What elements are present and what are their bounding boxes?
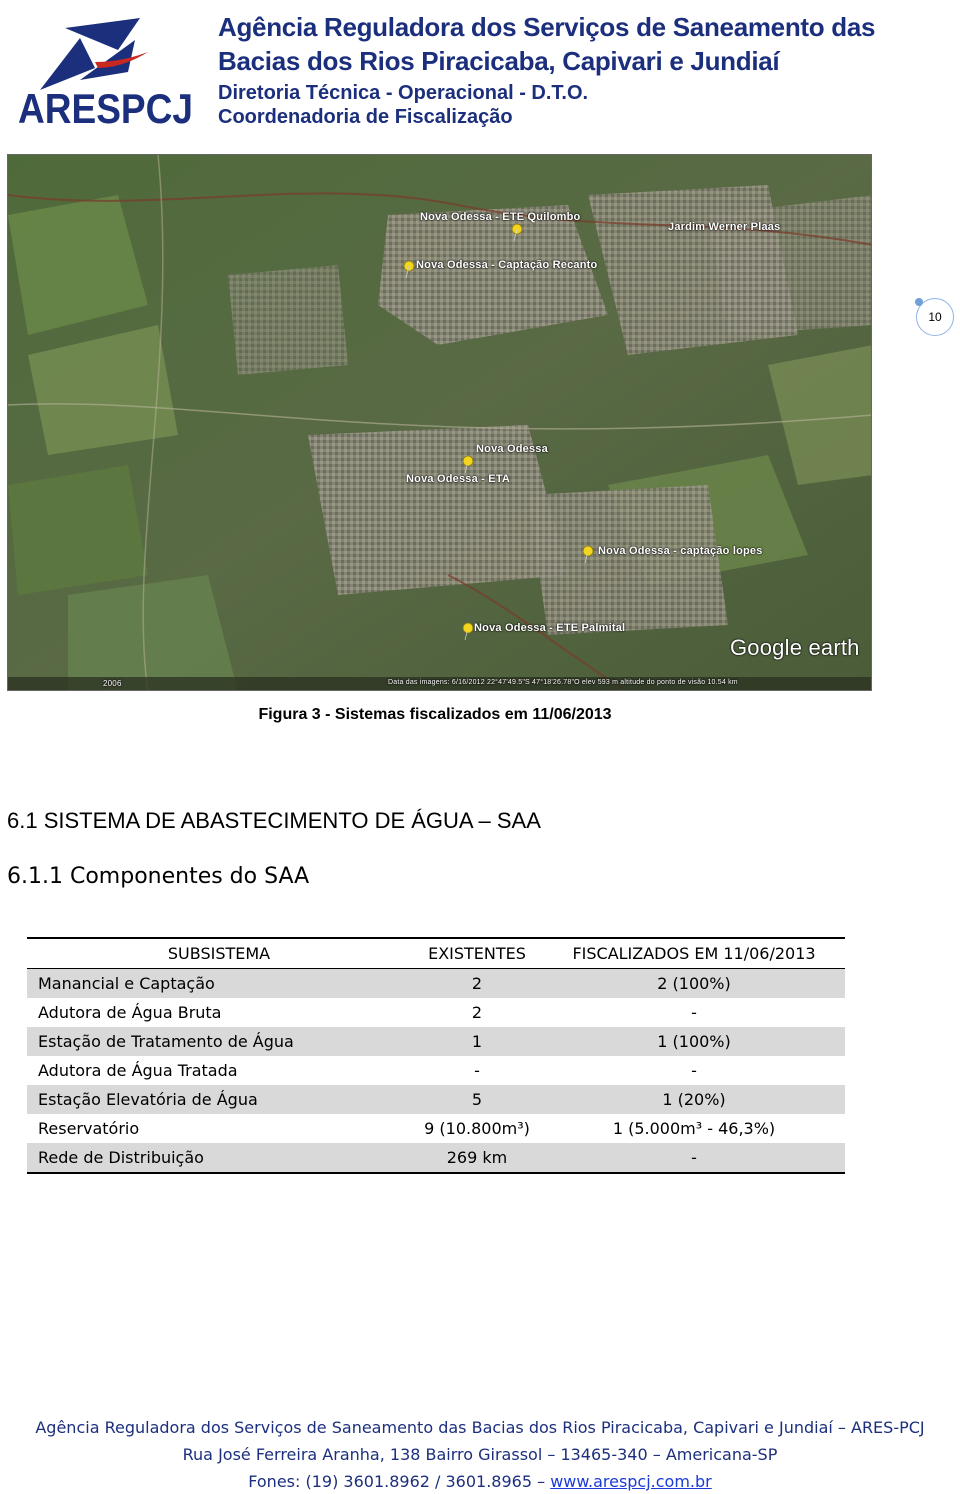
table-row: Adutora de Água Bruta 2 - bbox=[27, 998, 845, 1027]
cell-subsistema: Manancial e Captação bbox=[27, 968, 411, 998]
table-row: Rede de Distribuição 269 km - bbox=[27, 1143, 845, 1174]
cell-fiscalizados: - bbox=[691, 1061, 697, 1080]
cell-existentes: 5 bbox=[411, 1085, 543, 1114]
map-label-captacao-recanto: Nova Odessa - Captação Recanto bbox=[416, 259, 598, 271]
table-row: Manancial e Captação 2 2 (100%) bbox=[27, 968, 845, 998]
header-agency-line-2: Bacias dos Rios Piracicaba, Capivari e J… bbox=[218, 46, 780, 76]
cell-existentes: - bbox=[474, 1061, 480, 1080]
footer-agency-name: Agência Reguladora dos Serviços de Sanea… bbox=[35, 1418, 925, 1437]
map-status-bar: Data das imagens: 6/16/2012 22°47'49.5"S… bbox=[388, 679, 738, 686]
footer-address: Rua José Ferreira Aranha, 138 Bairro Gir… bbox=[182, 1445, 778, 1464]
satellite-map: Nova Odessa - ETE Quilombo Nova Odessa -… bbox=[7, 154, 872, 691]
header-existentes: EXISTENTES bbox=[411, 937, 543, 969]
page-badge-dot bbox=[915, 298, 923, 306]
cell-existentes: 1 bbox=[411, 1027, 543, 1056]
map-label-ete-quilombo: Nova Odessa - ETE Quilombo bbox=[420, 211, 581, 223]
cell-subsistema: Reservatório bbox=[38, 1119, 140, 1138]
footer-website-link[interactable]: www.arespcj.com.br bbox=[550, 1472, 712, 1491]
map-label-nova-odessa: Nova Odessa bbox=[476, 443, 548, 455]
logo-text: ARESPCJ bbox=[18, 85, 193, 130]
figure-caption: Figura 3 - Sistemas fiscalizados em 11/0… bbox=[258, 706, 612, 723]
cell-subsistema: Rede de Distribuição bbox=[27, 1143, 411, 1174]
map-label-ete-palmital: Nova Odessa - ETE Palmital bbox=[474, 622, 626, 634]
section-title: 6.1 SISTEMA DE ABASTECIMENTO DE ÁGUA – S… bbox=[7, 808, 541, 833]
map-label-jardim-werner-plaas: Jardim Werner Plaas bbox=[668, 221, 781, 233]
arespcj-logo: ARESPCJ bbox=[10, 10, 210, 132]
cell-fiscalizados: 2 (100%) bbox=[543, 968, 845, 998]
header-fiscalizados: FISCALIZADOS EM 11/06/2013 bbox=[543, 937, 845, 969]
cell-subsistema: Estação de Tratamento de Água bbox=[27, 1027, 411, 1056]
cell-existentes: 2 bbox=[471, 1003, 483, 1022]
header-coordination: Coordenadoria de Fiscalização bbox=[218, 106, 513, 128]
cell-subsistema: Adutora de Água Bruta bbox=[38, 1003, 222, 1022]
cell-existentes: 9 (10.800m³) bbox=[424, 1119, 530, 1138]
table-header-row: SUBSISTEMA EXISTENTES FISCALIZADOS EM 11… bbox=[27, 937, 845, 969]
components-table: SUBSISTEMA EXISTENTES FISCALIZADOS EM 11… bbox=[27, 937, 845, 1174]
footer-phones: Fones: (19) 3601.8962 / 3601.8965 – bbox=[248, 1472, 551, 1491]
cell-subsistema: Estação Elevatória de Água bbox=[27, 1085, 411, 1114]
table-row: Estação de Tratamento de Água 1 1 (100%) bbox=[27, 1027, 845, 1056]
map-year-badge: 2006 bbox=[103, 679, 122, 688]
cell-subsistema: Adutora de Água Tratada bbox=[38, 1061, 238, 1080]
table-row: Estação Elevatória de Água 5 1 (20%) bbox=[27, 1085, 845, 1114]
header-subsistema: SUBSISTEMA bbox=[27, 937, 411, 969]
map-label-captacao-lopes: Nova Odessa - captação lopes bbox=[598, 545, 763, 557]
cell-existentes: 269 km bbox=[411, 1143, 543, 1174]
header-agency-line-1: Agência Reguladora dos Serviços de Sanea… bbox=[218, 12, 876, 42]
cell-existentes: 2 bbox=[411, 968, 543, 998]
cell-fiscalizados: - bbox=[691, 1003, 697, 1022]
cell-fiscalizados: 1 (5.000m³ - 46,3%) bbox=[612, 1119, 776, 1138]
footer-contact: Fones: (19) 3601.8962 / 3601.8965 – www.… bbox=[0, 1472, 960, 1491]
map-label-eta: Nova Odessa - ETA bbox=[406, 473, 511, 485]
table-row: Adutora de Água Tratada - - bbox=[27, 1056, 845, 1085]
subsection-title: 6.1.1 Componentes do SAA bbox=[7, 864, 310, 889]
google-earth-watermark: Google earth bbox=[730, 635, 860, 660]
header-directorate: Diretoria Técnica - Operacional - D.T.O. bbox=[218, 82, 589, 104]
table-row: Reservatório 9 (10.800m³) 1 (5.000m³ - 4… bbox=[27, 1114, 845, 1143]
cell-fiscalizados: 1 (100%) bbox=[543, 1027, 845, 1056]
cell-fiscalizados: 1 (20%) bbox=[543, 1085, 845, 1114]
cell-fiscalizados: - bbox=[543, 1143, 845, 1174]
